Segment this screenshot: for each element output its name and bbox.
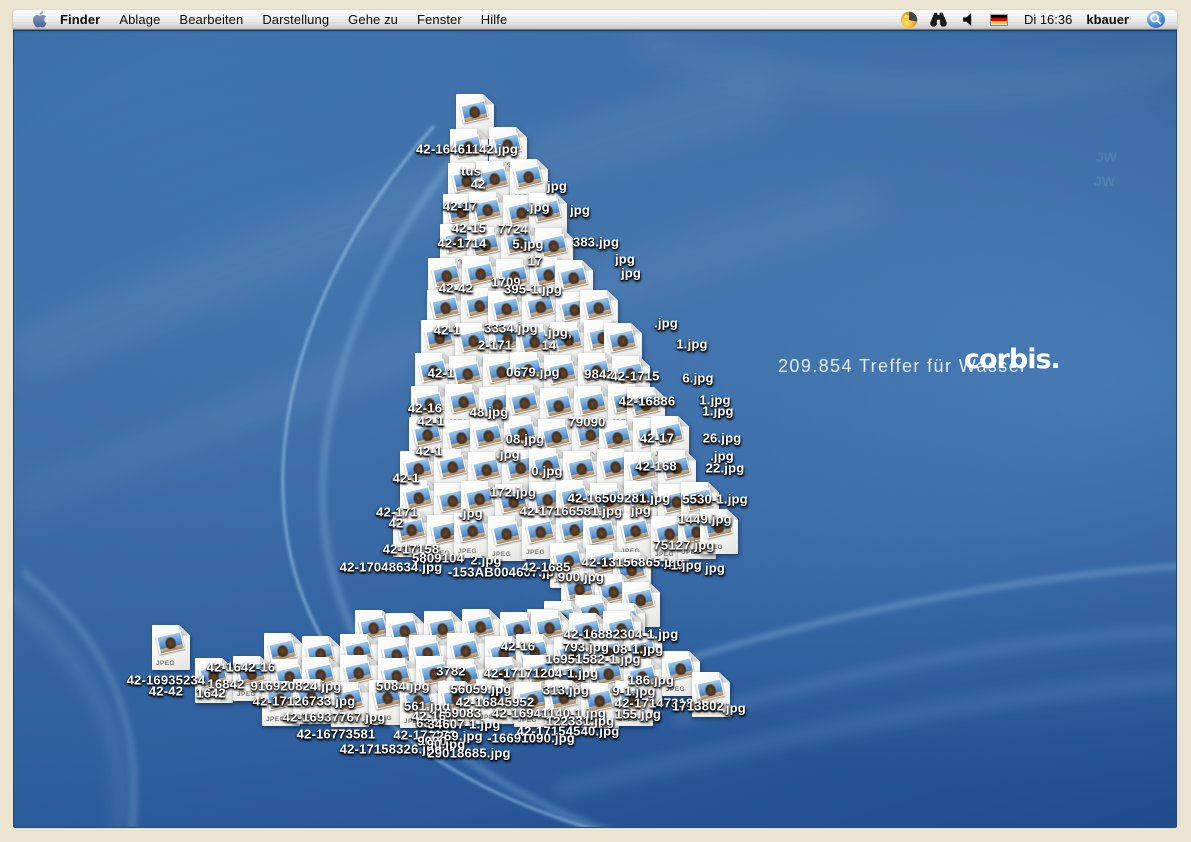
menu-item-ablage[interactable]: Ablage <box>110 12 170 27</box>
menu-clock[interactable]: Di 16:36 <box>1014 12 1080 27</box>
screen: FinderAblageBearbeitenDarstellungGehe zu… <box>13 10 1177 828</box>
watermark-layer: JW JW <box>14 31 1176 827</box>
desktop[interactable]: JPEGJPEGJPEGJPEGJPEGJPEGJPEGJPEGJPEGJPEG… <box>13 30 1177 828</box>
menu-item-hilfe[interactable]: Hilfe <box>471 12 517 27</box>
watermark-text: JW <box>1094 173 1115 189</box>
search-sphere-icon[interactable] <box>1139 10 1173 29</box>
menu-item-fenster[interactable]: Fenster <box>408 12 472 27</box>
menu-item-darstellung[interactable]: Darstellung <box>253 12 339 27</box>
user-menu[interactable]: kbauer <box>1080 12 1139 27</box>
menu-bar: FinderAblageBearbeitenDarstellungGehe zu… <box>13 10 1177 30</box>
apple-menu-icon[interactable] <box>33 11 47 28</box>
menu-item-finder[interactable]: Finder <box>51 12 110 27</box>
app-sphere-icon[interactable] <box>894 11 924 29</box>
watermark-text: JW <box>1096 149 1117 165</box>
menu-item-gehe-zu[interactable]: Gehe zu <box>339 12 408 27</box>
menu-items: FinderAblageBearbeitenDarstellungGehe zu… <box>51 12 517 27</box>
menu-item-bearbeiten[interactable]: Bearbeiten <box>170 12 253 27</box>
binoculars-icon[interactable] <box>924 12 954 27</box>
volume-icon[interactable] <box>954 13 984 26</box>
corbis-logo: corbis. <box>964 344 1060 375</box>
keyboard-flag-german-icon[interactable] <box>984 14 1014 26</box>
